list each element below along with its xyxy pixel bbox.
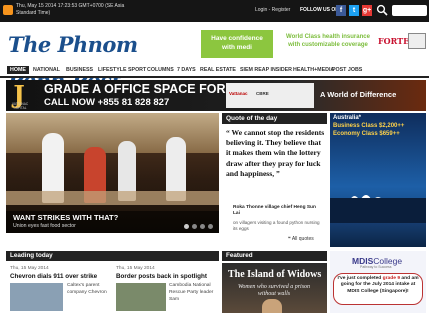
partner-cbre: CBRE (256, 91, 269, 96)
ad-line-1: Have confidence (211, 35, 263, 42)
ad-thumbnail[interactable] (408, 33, 426, 49)
all-quotes-link[interactable]: ❝ All quotes (288, 236, 314, 242)
current-datetime: Thu, May 15 2014 17:23:53 GMT+0700 (SE A… (16, 3, 156, 17)
office-rent-banner[interactable]: J VATTANAC CAPITAL GRADE A OFFICE SPACE … (6, 80, 426, 111)
google-plus-icon[interactable]: g+ (362, 5, 372, 16)
nav-item-lifestyle[interactable]: LIFESTYLE (98, 67, 127, 73)
nav-item-home[interactable]: HOME (7, 66, 29, 74)
story-title[interactable]: Chevron dials 911 over strike (10, 273, 97, 280)
datetime-line-1: Thu, May 15 2014 17:23:53 GMT+0700 (SE A… (16, 3, 125, 9)
ad-destination: Australia* (333, 115, 362, 121)
slider-dot[interactable] (192, 224, 197, 229)
slider-dot[interactable] (200, 224, 205, 229)
slider-dots (184, 224, 218, 230)
featured-section: Featured The Island of Widows Women who … (222, 251, 327, 313)
ad-economy-fare: Economy Class $659++ (333, 131, 400, 137)
banner-tagline: A World of Difference (320, 90, 397, 99)
partner-logos-panel: Vattanac CBRE (226, 83, 314, 108)
leading-today-header: Leading today (6, 251, 219, 261)
nav-item-post-jobs[interactable]: POST JOBS (332, 67, 362, 73)
story-title[interactable]: Border posts back in spotlight (116, 273, 207, 280)
featured-story-image[interactable]: The Island of Widows Women who survived … (222, 263, 327, 313)
slider-dot[interactable] (208, 224, 213, 229)
harbour-water (330, 223, 426, 247)
mdis-tagline: Pathway to Success (360, 265, 392, 269)
story-thumbnail[interactable] (10, 283, 63, 311)
featured-subtitle: Women who survived a prison without wall… (237, 284, 311, 297)
partner-vattanac: Vattanac (229, 91, 248, 96)
hero-story[interactable]: WANT STRIKES WITH THAT? Union eyes fast … (6, 113, 219, 233)
all-quotes-label: All quotes (291, 236, 314, 242)
datetime-line-2: Standard Time) (16, 10, 51, 16)
insurance-ad-tagline[interactable]: World Class health insurance with custom… (280, 33, 376, 49)
nav-item-real-estate[interactable]: REAL ESTATE (200, 67, 236, 73)
nav-item-columns[interactable]: COLUMNS (147, 67, 174, 73)
top-bar: Thu, May 15 2014 17:23:53 GMT+0700 (SE A… (0, 0, 429, 22)
mdis-grade: grade 9 (382, 276, 401, 281)
mdis-college-ad[interactable]: MDISCollege Pathway to Success I've just… (330, 251, 426, 313)
main-nav: HOME NATIONAL BUSINESS LIFESTYLE SPORT C… (0, 65, 429, 78)
nav-item-national[interactable]: NATIONAL (33, 67, 60, 73)
site-logo[interactable]: The Phnom Penh Post (8, 27, 198, 93)
story-summary: Cambodia National Rescue Party leader Sa… (169, 283, 214, 302)
rss-icon[interactable] (3, 5, 13, 15)
story-summary: Caltex's parent company Chevron (67, 283, 107, 295)
nav-item-health-media[interactable]: HEALTH+MEDIA (293, 67, 334, 73)
medi-ad-banner[interactable]: Have confidence with medi (201, 30, 273, 58)
story-thumbnail[interactable] (116, 283, 166, 311)
banner-phone: CALL NOW +855 81 828 827 (44, 97, 170, 108)
nav-item-business[interactable]: BUSINESS (66, 67, 93, 73)
quote-of-the-day: Quote of the day “ We cannot stop the re… (222, 113, 327, 250)
ad-business-fare: Business Class $2,200++ (333, 123, 405, 129)
ad-line-2: with medi (222, 44, 252, 51)
ad-tagline-line-2: with customizable coverage (288, 42, 368, 48)
nav-item-7-days[interactable]: 7 DAYS (177, 67, 196, 73)
follow-us-label: FOLLOW US ON (300, 7, 339, 13)
leading-today-section: Leading today Thu, 15 May 2014 Chevron d… (6, 251, 219, 313)
quote-header: Quote of the day (222, 113, 327, 124)
hero-counter (6, 191, 219, 205)
login-register-link[interactable]: Login - Register (255, 7, 290, 13)
hero-image-background (6, 113, 219, 153)
facebook-icon[interactable]: f (336, 5, 346, 16)
ad-tagline-line-1: World Class health insurance (286, 34, 370, 40)
search-icon[interactable] (376, 4, 388, 16)
twitter-icon[interactable]: t (349, 5, 359, 16)
search-input[interactable] (392, 5, 427, 16)
featured-title[interactable]: The Island of Widows (228, 269, 321, 280)
vattanac-logo-text: VATTANAC CAPITAL (11, 102, 29, 110)
nav-item-sport[interactable]: SPORT (128, 67, 146, 73)
hero-subtitle: Union eyes fast food sector (13, 223, 76, 229)
story-date: Thu, 15 May 2014 (116, 266, 155, 271)
hero-title[interactable]: WANT STRIKES WITH THAT? (13, 213, 118, 222)
australia-flight-ad[interactable]: Australia* Business Class $2,200++ Econo… (330, 113, 426, 247)
featured-header: Featured (222, 251, 327, 261)
story-date: Thu, 15 May 2014 (10, 266, 49, 271)
quote-text: “ We cannot stop the residents believing… (226, 128, 325, 178)
quote-author: Roka Thonne village chief Heng Sun Lai (233, 205, 316, 216)
forte-logo[interactable]: FORTE (378, 36, 409, 46)
mdis-text-before: I've just completed (337, 276, 382, 281)
mdis-ad-text: I've just completed grade 9 and am going… (337, 276, 419, 295)
featured-figure (262, 299, 282, 313)
city-skyline (330, 198, 426, 223)
quote-context: on villagers visiting a found python nur… (233, 220, 320, 231)
slider-dot-active[interactable] (184, 224, 189, 229)
nav-item-siem-reap-insider[interactable]: SIEM REAP INSIDER (240, 67, 292, 73)
